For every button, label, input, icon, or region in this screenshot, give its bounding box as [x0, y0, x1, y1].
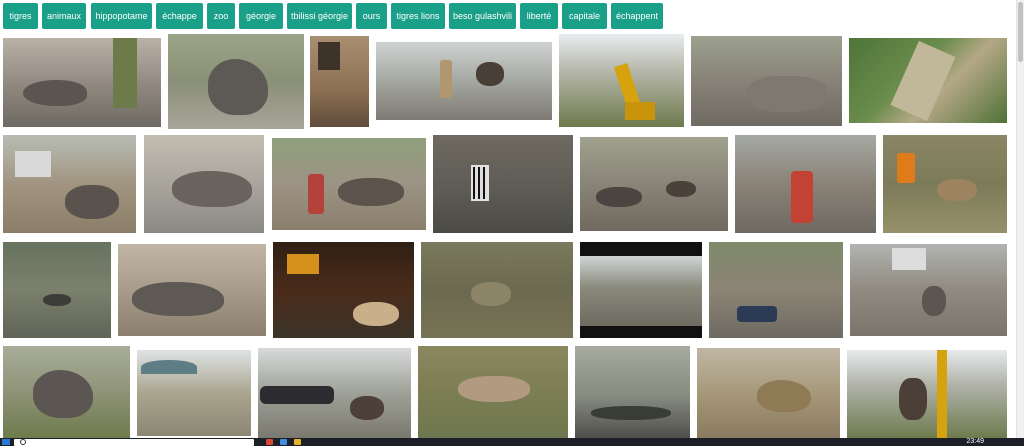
- hippo-crowd-photo-icon: [922, 286, 946, 316]
- image-results-grid: [0, 32, 1016, 438]
- destroyed-road-photo-icon: [580, 256, 702, 326]
- image-thumbnail[interactable]: [883, 135, 1007, 233]
- image-thumbnail[interactable]: [691, 36, 842, 126]
- mud-animal-2-icon: [666, 181, 696, 197]
- tag-tigres[interactable]: tigres: [3, 3, 38, 29]
- rescuer-animal-photo-icon: [897, 153, 915, 183]
- car-debris-photo-icon: [737, 306, 777, 322]
- animal-lying-icon: [937, 179, 977, 201]
- bear-car-photo-icon: [350, 396, 384, 420]
- image-thumbnail[interactable]: [118, 244, 266, 336]
- image-thumbnail[interactable]: [258, 348, 411, 438]
- hanging-animal-icon: [899, 378, 927, 420]
- tag-bar: tigres animaux hippopotame échappe zoo g…: [0, 0, 1016, 32]
- image-thumbnail[interactable]: [168, 34, 304, 129]
- taskbar: 23:49: [0, 438, 1024, 446]
- page-scrollbar[interactable]: [1016, 0, 1024, 438]
- image-thumbnail[interactable]: [697, 348, 840, 438]
- person-icon: [440, 60, 452, 98]
- person-red-icon: [308, 174, 324, 214]
- image-thumbnail[interactable]: [3, 242, 111, 338]
- pushing-hippo-photo-icon: [338, 178, 404, 206]
- image-thumbnail[interactable]: [310, 36, 369, 127]
- image-thumbnail[interactable]: [272, 138, 426, 230]
- hippo-fence-photo-icon: [132, 282, 224, 316]
- image-thumbnail[interactable]: [735, 135, 876, 233]
- image-thumbnail[interactable]: [421, 242, 573, 338]
- tag-echappe[interactable]: échappe: [156, 3, 203, 29]
- hippo-plants-photo-icon: [33, 370, 93, 418]
- hippo-water-photo-icon: [757, 380, 811, 412]
- image-thumbnail[interactable]: [3, 346, 130, 438]
- search-icon: [20, 439, 26, 445]
- image-thumbnail[interactable]: [144, 135, 264, 233]
- tag-tigres-lions[interactable]: tigres lions: [391, 3, 445, 29]
- taskbar-clock[interactable]: 23:49: [966, 437, 984, 446]
- street-light-icon: [287, 254, 319, 274]
- tag-animaux[interactable]: animaux: [42, 3, 86, 29]
- tag-echappent[interactable]: échappent: [611, 3, 663, 29]
- crocodile-photo-icon: [591, 406, 671, 420]
- image-thumbnail[interactable]: [847, 350, 1007, 438]
- tiger-night-photo-icon: [353, 302, 399, 326]
- tag-ours[interactable]: ours: [356, 3, 387, 29]
- image-thumbnail[interactable]: [850, 244, 1007, 336]
- taskbar-app-icon[interactable]: [280, 439, 287, 445]
- image-thumbnail[interactable]: [849, 38, 1007, 123]
- image-thumbnail[interactable]: [709, 242, 843, 338]
- car-icon: [260, 386, 334, 404]
- taskbar-app-icon[interactable]: [266, 439, 273, 445]
- image-thumbnail[interactable]: [137, 350, 251, 436]
- image-thumbnail[interactable]: [273, 242, 414, 338]
- tag-tbilissi-georgie[interactable]: tbilissi géorgie: [287, 3, 352, 29]
- scrollbar-thumb[interactable]: [1018, 2, 1023, 62]
- man-carrying-photo-icon: [791, 171, 813, 223]
- crowd-hippo-photo-icon: [65, 185, 119, 219]
- aerial-flood-photo-icon: [890, 40, 956, 122]
- tag-liberte[interactable]: liberté: [520, 3, 558, 29]
- mud-animal-photo-icon: [471, 282, 511, 306]
- taskbar-app-icon[interactable]: [294, 439, 301, 445]
- hippo-men-photo-icon: [172, 171, 252, 207]
- excavator-body-icon: [625, 102, 655, 120]
- image-thumbnail[interactable]: [575, 346, 690, 438]
- umbrella-street-photo-icon: [141, 360, 197, 374]
- image-thumbnail[interactable]: [3, 38, 161, 127]
- truck-icon: [892, 248, 926, 270]
- image-thumbnail[interactable]: [418, 346, 568, 438]
- image-thumbnail[interactable]: [580, 242, 702, 338]
- windows-start-icon[interactable]: [2, 439, 10, 445]
- ruined-building-photo-icon: [318, 42, 340, 70]
- water-animal-photo-icon: [43, 294, 71, 306]
- image-thumbnail[interactable]: [3, 135, 136, 233]
- image-thumbnail[interactable]: [580, 137, 728, 231]
- tree-icon: [113, 38, 137, 108]
- image-thumbnail[interactable]: [433, 135, 573, 233]
- hippo-street-photo-icon: [23, 80, 87, 106]
- tag-capitale[interactable]: capitale: [562, 3, 607, 29]
- tag-hippopotame[interactable]: hippopotame: [91, 3, 152, 29]
- image-thumbnail[interactable]: [376, 42, 552, 120]
- zebra-stripes-icon: [473, 167, 487, 199]
- rescuers-debris-photo-icon: [747, 76, 827, 112]
- bear-flood-photo-icon: [476, 62, 504, 86]
- tag-georgie[interactable]: géorgie: [239, 3, 283, 29]
- taskbar-search-input[interactable]: [14, 439, 254, 446]
- tag-zoo[interactable]: zoo: [207, 3, 235, 29]
- truck-icon: [15, 151, 51, 177]
- dead-lion-photo-icon: [458, 376, 530, 402]
- hippo-tree-photo-icon: [208, 59, 268, 115]
- image-thumbnail[interactable]: [559, 34, 684, 127]
- crane-animal-photo-icon: [937, 350, 947, 438]
- tag-beso-gulashvili[interactable]: beso gulashvili: [449, 3, 516, 29]
- mud-animals-photo-icon: [596, 187, 642, 207]
